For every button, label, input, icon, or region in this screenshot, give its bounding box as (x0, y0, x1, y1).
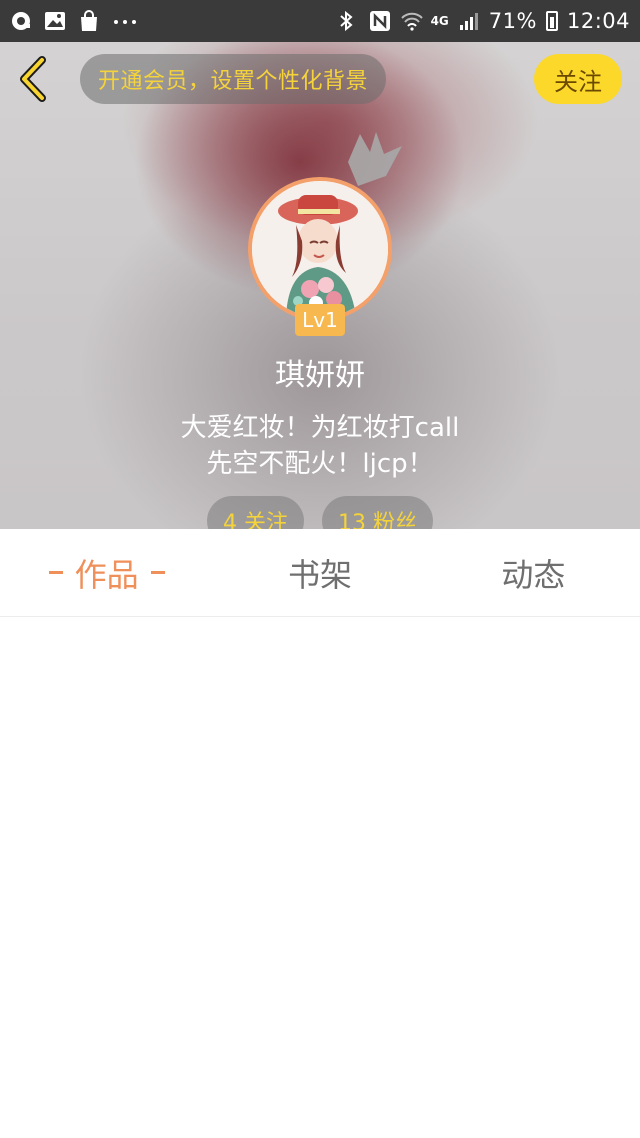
follow-button-label: 关注 (554, 67, 602, 96)
follow-button[interactable]: 关注 (534, 54, 622, 104)
battery-percent: 71% (488, 9, 537, 33)
network-4g-label: 4G (430, 14, 449, 28)
chat-icon (10, 10, 32, 32)
tab-works[interactable]: 作品 (0, 529, 213, 616)
tab-works-label: 作品 (74, 555, 139, 594)
fans-count-button[interactable]: 13 粉丝 (322, 496, 433, 529)
tab-content-area (0, 618, 640, 1138)
profile-name: 琪妍妍 (275, 358, 365, 393)
tab-indicator-left (48, 571, 63, 574)
chevron-left-icon (20, 56, 46, 102)
following-count-text: 4 关注 (223, 511, 288, 529)
vip-banner-text: 开通会员，设置个性化背景 (98, 69, 369, 94)
signal-icon (458, 10, 480, 32)
level-badge-text: Lv1 (302, 308, 338, 332)
profile-header: 开通会员，设置个性化背景 关注 Lv1 琪妍妍 大爱红妆！为红妆打call 先空… (0, 42, 640, 529)
vip-background-banner[interactable]: 开通会员，设置个性化背景 (80, 54, 387, 104)
avatar[interactable] (248, 177, 392, 321)
back-button[interactable] (12, 56, 54, 102)
wifi-icon (400, 10, 423, 32)
level-badge: Lv1 (295, 304, 345, 336)
tab-bookshelf[interactable]: 书架 (213, 529, 426, 616)
clock: 12:04 (566, 9, 630, 33)
status-left-icons (10, 10, 136, 32)
profile-stats: 4 关注 13 粉丝 (0, 496, 640, 529)
bag-icon (78, 10, 100, 32)
more-dots-icon (112, 10, 136, 32)
tab-bookshelf-label: 书架 (287, 555, 352, 594)
tab-activity[interactable]: 动态 (427, 529, 640, 616)
bio-line-1: 大爱红妆！为红妆打call (180, 413, 460, 443)
following-count-button[interactable]: 4 关注 (207, 496, 304, 529)
status-bar: 4G 71% 12:04 (0, 0, 640, 42)
profile-bio: 大爱红妆！为红妆打call 先空不配火！ljcp！ (0, 410, 640, 482)
status-right-icons: 4G 71% 12:04 (338, 9, 630, 33)
avatar-illustration (252, 181, 388, 317)
fans-count-text: 13 粉丝 (338, 511, 417, 529)
nfc-icon (369, 10, 391, 32)
gallery-icon (44, 10, 66, 32)
tab-indicator-right (150, 571, 165, 574)
profile-tabs: 作品 书架 动态 (0, 529, 640, 617)
tab-activity-label: 动态 (501, 555, 566, 594)
bio-line-2: 先空不配火！ljcp！ (206, 449, 434, 479)
bluetooth-icon (338, 10, 360, 32)
battery-icon (545, 11, 558, 31)
